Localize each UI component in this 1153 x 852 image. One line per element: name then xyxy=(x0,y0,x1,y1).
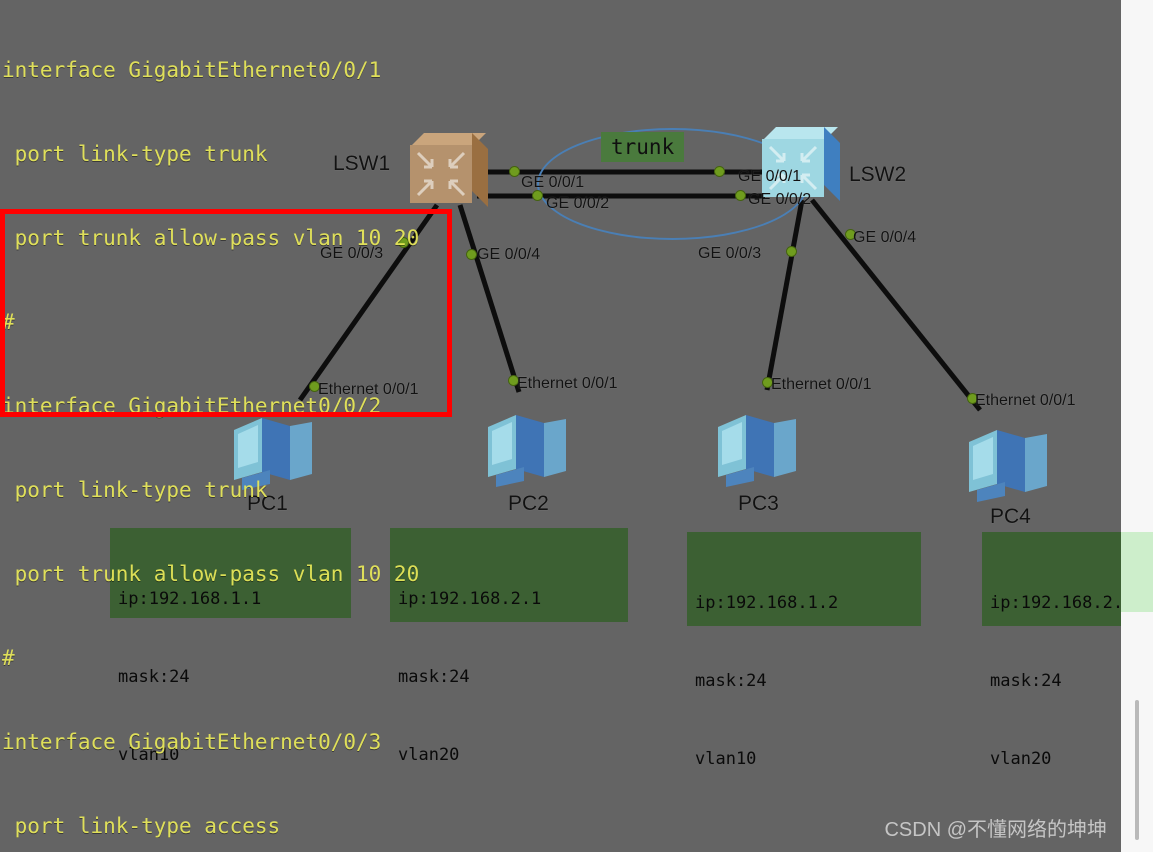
port-label-lsw1-to-lsw2-a: GE 0/0/1 xyxy=(521,174,585,191)
pc3-vlan: vlan10 xyxy=(695,749,757,769)
pc4-mask: mask:24 xyxy=(990,671,1062,691)
watermark: CSDN @不懂网络的坤坤 xyxy=(884,819,1107,841)
pc1-ip: ip:192.168.1.1 xyxy=(118,589,262,609)
switch-lsw2-icon[interactable] xyxy=(762,127,842,201)
nic-label-pc4: Ethernet 0/0/1 xyxy=(975,392,1076,409)
computer-icon xyxy=(488,415,566,487)
pc4-label: PC4 xyxy=(990,505,1031,528)
pc1-config-box: ip:192.168.1.1 mask:24 vlan10 xyxy=(110,528,351,765)
port-dot-lsw1-ge1 xyxy=(510,167,519,176)
pc4-config-box-spill xyxy=(1121,532,1153,612)
screenshot-root: trunk LSW1 LSW2 GE 0/0/1 GE 0/0/2 GE 0/0… xyxy=(0,0,1153,852)
port-dot-lsw2-ge3 xyxy=(787,247,796,256)
port-label-lsw2-to-lsw1-a: GE 0/0/1 xyxy=(738,168,802,185)
pc2-vlan: vlan20 xyxy=(398,745,460,765)
switch-lsw2-label: LSW2 xyxy=(849,163,907,186)
port-dot-lsw2-ge1 xyxy=(715,167,724,176)
pc1-mask: mask:24 xyxy=(118,667,190,687)
network-topology: trunk LSW1 LSW2 GE 0/0/1 GE 0/0/2 GE 0/0… xyxy=(0,0,1121,852)
pc4-icon[interactable] xyxy=(963,412,1055,504)
port-label-lsw2-to-lsw1-b: GE 0/0/2 xyxy=(748,191,812,208)
pc3-icon[interactable] xyxy=(712,397,804,489)
nic-label-pc2: Ethernet 0/0/1 xyxy=(517,375,618,392)
red-highlight-box xyxy=(0,209,452,417)
nic-label-pc3: Ethernet 0/0/1 xyxy=(771,376,872,393)
lsw1-side-face xyxy=(472,133,488,207)
pc2-ip: ip:192.168.2.1 xyxy=(398,589,542,609)
pc3-config-box: ip:192.168.1.2 mask:24 vlan10 xyxy=(687,532,921,769)
pc1-label: PC1 xyxy=(247,492,288,515)
computer-icon xyxy=(718,415,796,487)
pc2-config-box: ip:192.168.2.1 mask:24 vlan20 xyxy=(390,528,628,765)
vertical-scrollbar[interactable] xyxy=(1135,700,1139,840)
pc3-mask: mask:24 xyxy=(695,671,767,691)
port-label-lsw2-to-pc3: GE 0/0/3 xyxy=(698,245,762,262)
port-dot-lsw1-ge2 xyxy=(533,191,542,200)
pc2-mask: mask:24 xyxy=(398,667,470,687)
port-label-lsw1-to-pc2: GE 0/0/4 xyxy=(477,246,541,263)
pc2-icon[interactable] xyxy=(482,397,574,489)
pc3-ip: ip:192.168.1.2 xyxy=(695,593,839,613)
pc4-vlan: vlan20 xyxy=(990,749,1052,769)
pc4-ip: ip:192.168.2. xyxy=(990,593,1121,613)
port-dot-lsw2-ge2 xyxy=(736,191,745,200)
pc1-vlan: vlan10 xyxy=(118,745,180,765)
pc2-label: PC2 xyxy=(508,492,549,515)
port-label-lsw2-to-pc4: GE 0/0/4 xyxy=(853,229,917,246)
switch-arrows-icon xyxy=(416,151,466,197)
topology-canvas: trunk LSW1 LSW2 GE 0/0/1 GE 0/0/2 GE 0/0… xyxy=(0,0,1121,852)
pc4-config-box: ip:192.168.2. mask:24 vlan20 xyxy=(982,532,1121,769)
port-label-lsw1-to-lsw2-b: GE 0/0/2 xyxy=(546,195,610,212)
lsw2-side-face xyxy=(824,127,840,201)
trunk-label: trunk xyxy=(601,132,685,162)
switch-lsw1-label: LSW1 xyxy=(333,152,391,175)
port-dot-lsw1-ge4 xyxy=(467,250,476,259)
switch-lsw1-icon[interactable] xyxy=(410,133,490,207)
pc3-label: PC3 xyxy=(738,492,779,515)
computer-icon xyxy=(969,430,1047,502)
